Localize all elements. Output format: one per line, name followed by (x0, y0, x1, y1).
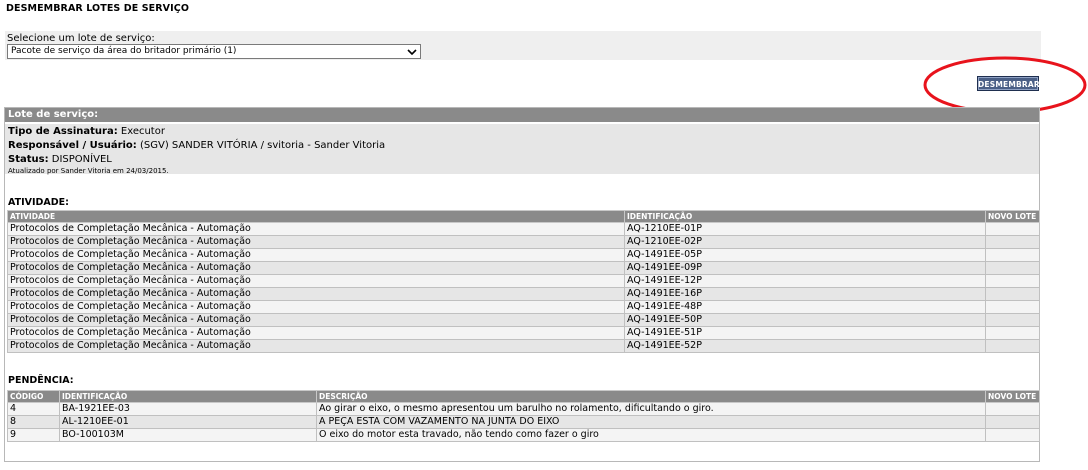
new-lot-cell[interactable] (985, 287, 1040, 301)
activity-cell: Protocolos de Completação Mecânica - Aut… (7, 274, 625, 288)
activity-cell: Protocolos de Completação Mecânica - Aut… (7, 313, 625, 327)
lot-selector-panel: Selecione um lote de serviço: Pacote de … (5, 31, 1041, 60)
chevron-down-icon (407, 49, 417, 56)
signature-type-value: Executor (120, 126, 165, 137)
signature-type-label: Tipo de Assinatura: (8, 126, 118, 137)
identification-cell: AQ-1491EE-12P (624, 274, 986, 288)
table-row: Protocolos de Completação Mecânica - Aut… (7, 326, 1040, 340)
responsible-label: Responsável / Usuário: (8, 140, 137, 151)
identification-cell: AQ-1491EE-48P (624, 300, 986, 314)
status-value: DISPONÍVEL (51, 154, 112, 165)
new-lot-cell[interactable] (985, 339, 1040, 353)
table-row: 9 BO-100103M O eixo do motor esta travado,… (7, 428, 1040, 442)
description-cell: A PEÇA ESTA COM VAZAMENTO NA JUNTA DO EI… (316, 415, 986, 429)
table-row: Protocolos de Completação Mecânica - Aut… (7, 235, 1040, 249)
table-row: Protocolos de Completação Mecânica - Aut… (7, 222, 1040, 236)
table-row: Protocolos de Completação Mecânica - Aut… (7, 339, 1040, 353)
activity-cell: Protocolos de Completação Mecânica - Aut… (7, 235, 625, 249)
new-lot-cell[interactable] (985, 300, 1040, 314)
pendencies-title: PENDÊNCIA: (8, 375, 74, 386)
updated-note: Atualizado por Sander Vitoria em 24/03/2… (8, 167, 169, 175)
identification-cell: AQ-1210EE-01P (624, 222, 986, 236)
new-lot-cell[interactable] (985, 326, 1040, 340)
identification-cell: BA-1921EE-03 (59, 402, 317, 416)
new-lot-cell[interactable] (985, 261, 1040, 275)
identification-cell: BO-100103M (59, 428, 317, 442)
table-row: Protocolos de Completação Mecânica - Aut… (7, 287, 1040, 301)
column-header-identification[interactable]: IDENTIFICAÇÃO (624, 210, 986, 223)
activity-cell: Protocolos de Completação Mecânica - Aut… (7, 326, 625, 340)
table-row: 4 BA-1921EE-03 Ao girar o eixo, o mesmo ap… (7, 402, 1040, 416)
new-lot-cell[interactable] (985, 428, 1040, 442)
lot-select-value: Pacote de serviço da área do britador pr… (11, 46, 237, 56)
activity-cell: Protocolos de Completação Mecânica - Aut… (7, 339, 625, 353)
activities-table: ATIVIDADE IDENTIFICAÇÃO NOVO LOTE Protoc… (7, 210, 1040, 353)
signature-type-line: Tipo de Assinatura: Executor (8, 126, 165, 137)
new-lot-cell[interactable] (985, 222, 1040, 236)
status-label: Status: (8, 154, 49, 165)
table-row: 8 AL-1210EE-01 A PEÇA ESTA COM VAZAMENTO N… (7, 415, 1040, 429)
identification-cell: AQ-1491EE-16P (624, 287, 986, 301)
column-header-identification[interactable]: IDENTIFICAÇÃO (59, 390, 317, 403)
lot-selector-label: Selecione um lote de serviço: (7, 33, 155, 44)
identification-cell: AQ-1491EE-05P (624, 248, 986, 262)
table-row: Protocolos de Completação Mecânica - Aut… (7, 300, 1040, 314)
column-header-new-lot[interactable]: NOVO LOTE (985, 210, 1040, 223)
new-lot-cell[interactable] (985, 402, 1040, 416)
activities-title: ATIVIDADE: (8, 197, 69, 208)
identification-cell: AQ-1491EE-09P (624, 261, 986, 275)
new-lot-cell[interactable] (985, 274, 1040, 288)
activity-cell: Protocolos de Completação Mecânica - Aut… (7, 300, 625, 314)
identification-cell: AQ-1491EE-51P (624, 326, 986, 340)
new-lot-cell[interactable] (985, 248, 1040, 262)
column-header-code[interactable]: CÓDIGO (7, 390, 60, 403)
code-cell: 4 (7, 402, 60, 416)
activity-cell: Protocolos de Completação Mecânica - Aut… (7, 287, 625, 301)
split-button[interactable]: DESMEMBRAR (977, 76, 1040, 91)
description-cell: Ao girar o eixo, o mesmo apresentou um b… (316, 402, 986, 416)
table-row: Protocolos de Completação Mecânica - Aut… (7, 274, 1040, 288)
identification-cell: AQ-1491EE-50P (624, 313, 986, 327)
code-cell: 8 (7, 415, 60, 429)
pendencies-table: CÓDIGO IDENTIFICAÇÃO DESCRIÇÃO NOVO LOTE… (7, 390, 1040, 442)
status-line: Status: DISPONÍVEL (8, 154, 112, 165)
table-row: Protocolos de Completação Mecânica - Aut… (7, 248, 1040, 262)
service-lot-header: Lote de serviço: (5, 108, 1039, 122)
activity-cell: Protocolos de Completação Mecânica - Aut… (7, 248, 625, 262)
new-lot-cell[interactable] (985, 313, 1040, 327)
responsible-value: (SGV) SANDER VITÓRIA / svitoria - Sander… (139, 140, 386, 151)
service-lot-panel: Lote de serviço: Tipo de Assinatura: Exe… (4, 107, 1040, 462)
activity-cell: Protocolos de Completação Mecânica - Aut… (7, 222, 625, 236)
new-lot-cell[interactable] (985, 415, 1040, 429)
activity-cell: Protocolos de Completação Mecânica - Aut… (7, 261, 625, 275)
identification-cell: AL-1210EE-01 (59, 415, 317, 429)
table-row: Protocolos de Completação Mecânica - Aut… (7, 261, 1040, 275)
column-header-activity[interactable]: ATIVIDADE (7, 210, 625, 223)
description-cell: O eixo do motor esta travado, não tendo … (316, 428, 986, 442)
column-header-description[interactable]: DESCRIÇÃO (316, 390, 986, 403)
identification-cell: AQ-1210EE-02P (624, 235, 986, 249)
lot-select[interactable]: Pacote de serviço da área do britador pr… (7, 44, 421, 59)
new-lot-cell[interactable] (985, 235, 1040, 249)
page-title: DESMEMBRAR LOTES DE SERVIÇO (6, 3, 190, 14)
identification-cell: AQ-1491EE-52P (624, 339, 986, 353)
table-row: Protocolos de Completação Mecânica - Aut… (7, 313, 1040, 327)
column-header-new-lot[interactable]: NOVO LOTE (985, 390, 1040, 403)
code-cell: 9 (7, 428, 60, 442)
responsible-line: Responsável / Usuário: (SGV) SANDER VITÓ… (8, 140, 385, 151)
